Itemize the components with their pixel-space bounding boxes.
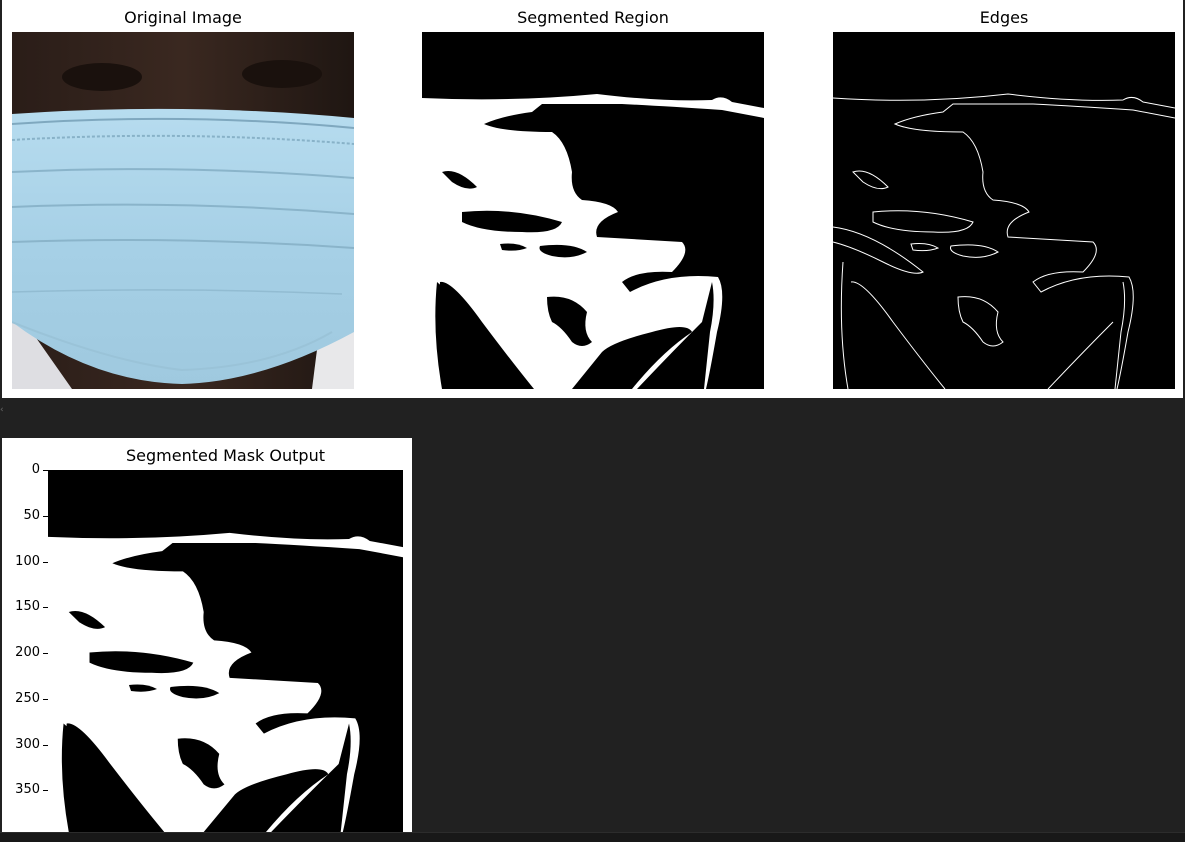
- mask-output-title: Segmented Mask Output: [126, 446, 325, 465]
- y-tick-label: 50: [23, 507, 40, 523]
- notebook-output-area: Original Image Segmented Region Edges ‹ …: [0, 0, 1185, 842]
- y-tick-label: 250: [15, 690, 40, 706]
- y-tick-label: 150: [15, 599, 40, 615]
- panel-title-segmented: Segmented Region: [517, 8, 669, 27]
- panel-title-original: Original Image: [124, 8, 242, 27]
- y-tick-label: 300: [15, 736, 40, 752]
- output-figure-three-panels: Original Image Segmented Region Edges: [2, 0, 1183, 398]
- notebook-bottom-bar: [0, 832, 1185, 842]
- segmented-region-image: [422, 32, 764, 389]
- y-tick-label: 0: [31, 462, 40, 477]
- edges-image: [833, 32, 1175, 389]
- original-image: [12, 32, 354, 389]
- panel-title-edges: Edges: [979, 8, 1029, 27]
- y-tick-label: 100: [15, 553, 40, 569]
- output-figure-segmented-mask: Segmented Mask Output 0 50 100 150 200 250 300…: [2, 438, 412, 832]
- y-tick-label: 200: [15, 645, 40, 661]
- y-tick-label: 350: [15, 782, 40, 798]
- segmented-mask-image: [48, 470, 403, 832]
- output-collapse-chevron-icon[interactable]: ‹: [0, 404, 5, 416]
